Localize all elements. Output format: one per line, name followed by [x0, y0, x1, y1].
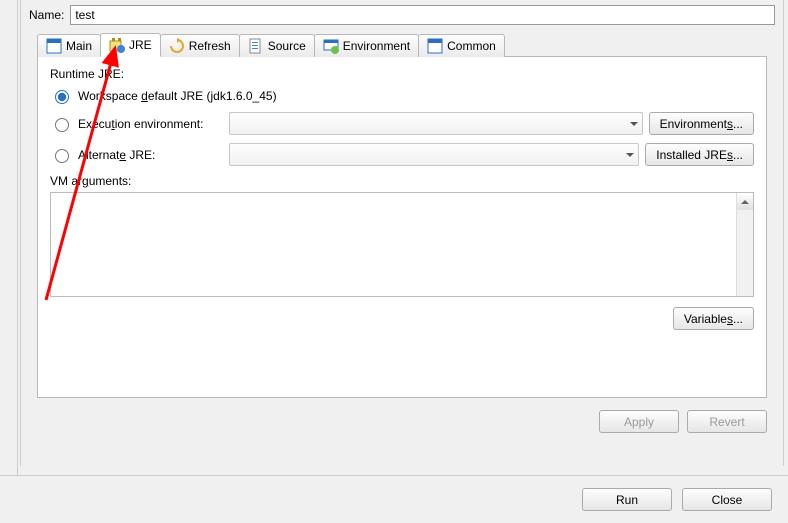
vm-scrollbar[interactable]: [736, 193, 753, 296]
environments-button[interactable]: Environments...: [649, 112, 754, 135]
name-row: Name:: [29, 5, 775, 25]
tab-common[interactable]: Common: [418, 34, 505, 57]
common-tab-icon: [427, 38, 443, 54]
close-button[interactable]: Close: [682, 488, 772, 511]
name-label: Name:: [29, 8, 64, 22]
execution-env-radio[interactable]: [55, 118, 69, 132]
tab-refresh[interactable]: Refresh: [160, 34, 240, 57]
environment-tab-icon: [323, 38, 339, 54]
dialog-button-bar: Run Close: [0, 475, 788, 523]
tab-jre[interactable]: JRE: [100, 33, 161, 57]
alternate-jre-label: Alternate JRE:: [78, 148, 223, 162]
vm-arguments-textarea[interactable]: [51, 193, 736, 296]
run-button[interactable]: Run: [582, 488, 672, 511]
vm-arguments-box: [50, 192, 754, 297]
alternate-jre-combo[interactable]: [229, 143, 639, 166]
chevron-down-icon: [630, 122, 638, 126]
execution-env-combo[interactable]: [229, 112, 643, 135]
installed-jres-button[interactable]: Installed JREs...: [645, 143, 754, 166]
name-input[interactable]: [70, 5, 775, 25]
execution-env-label: Execution environment:: [78, 117, 223, 131]
alternate-jre-radio[interactable]: [55, 149, 69, 163]
scroll-up-button[interactable]: [737, 193, 753, 210]
variables-row: Variables...: [50, 307, 754, 330]
workspace-default-row: Workspace default JRE (jdk1.6.0_45): [50, 87, 754, 104]
tab-label: Refresh: [189, 39, 231, 53]
execution-env-row: Execution environment: Environments...: [50, 112, 754, 135]
tab-label: JRE: [129, 38, 152, 52]
tab-main[interactable]: Main: [37, 34, 101, 57]
jre-tab-icon: [109, 37, 125, 53]
workspace-default-radio[interactable]: [55, 90, 69, 104]
tab-label: Common: [447, 39, 496, 53]
revert-button[interactable]: Revert: [687, 410, 767, 433]
alternate-jre-row: Alternate JRE: Installed JREs...: [50, 143, 754, 166]
main-panel: Name: Main JRE Refresh: [20, 0, 784, 466]
variables-button[interactable]: Variables...: [673, 307, 754, 330]
workspace-default-label: Workspace default JRE (jdk1.6.0_45): [78, 89, 277, 103]
main-tab-icon: [46, 38, 62, 54]
left-side-strip: [0, 0, 18, 475]
apply-button[interactable]: Apply: [599, 410, 679, 433]
tab-source[interactable]: Source: [239, 34, 315, 57]
tab-label: Environment: [343, 39, 410, 53]
chevron-up-icon: [741, 200, 749, 204]
tab-environment[interactable]: Environment: [314, 34, 419, 57]
tab-bar: Main JRE Refresh Source: [37, 33, 775, 57]
runtime-jre-title: Runtime JRE:: [50, 67, 754, 81]
refresh-tab-icon: [169, 38, 185, 54]
tab-label: Source: [268, 39, 306, 53]
tab-label: Main: [66, 39, 92, 53]
vm-arguments-label: VM arguments:: [50, 174, 754, 188]
jre-panel: Runtime JRE: Workspace default JRE (jdk1…: [37, 56, 767, 398]
chevron-down-icon: [626, 153, 634, 157]
source-tab-icon: [248, 38, 264, 54]
panel-button-row: Apply Revert: [37, 410, 767, 433]
